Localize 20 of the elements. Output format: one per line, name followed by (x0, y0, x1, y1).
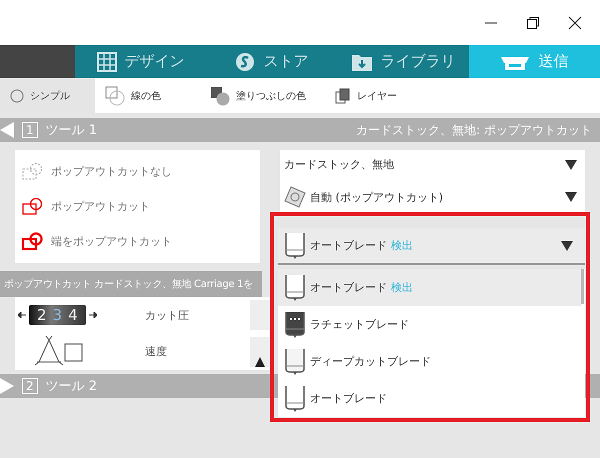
setting-label: 速度 (145, 344, 168, 360)
material-dropdown[interactable]: カードストック、無地 (284, 157, 577, 172)
nav-tab[interactable]: ストア (206, 45, 338, 78)
tool-number: 1 (22, 122, 38, 138)
blade-dropdown[interactable]: オートブレード 検出 (278, 228, 585, 265)
pressure-dial[interactable]: 2 3 4 (29, 305, 86, 326)
tool-title: ツール 2 (46, 378, 98, 395)
popout-option[interactable]: 端をポップアウトカット (15, 232, 260, 252)
popout-option[interactable]: ポップアウトカット (15, 196, 260, 216)
nav-tab[interactable]: ライブラリ (338, 45, 469, 78)
blade-option[interactable]: オートブレード 検出 (278, 269, 581, 306)
popout-option[interactable]: ポップアウトカットなし (15, 162, 260, 182)
setting-label: カット圧 (145, 308, 190, 323)
tool-summary: カードストック、無地: ポップアウトカット (356, 122, 592, 138)
mat-dropdown[interactable]: 自動 (ポップアウトカット) (284, 186, 577, 208)
toolbar-tab[interactable]: シンプル (0, 78, 95, 113)
nav-tab[interactable]: デザイン (75, 45, 206, 78)
tool-title: ツール 1 (46, 122, 98, 139)
tool-number: 2 (22, 378, 38, 394)
status-text: ポップアウトカット カードストック、無地 Carriage 1を (0, 271, 262, 297)
